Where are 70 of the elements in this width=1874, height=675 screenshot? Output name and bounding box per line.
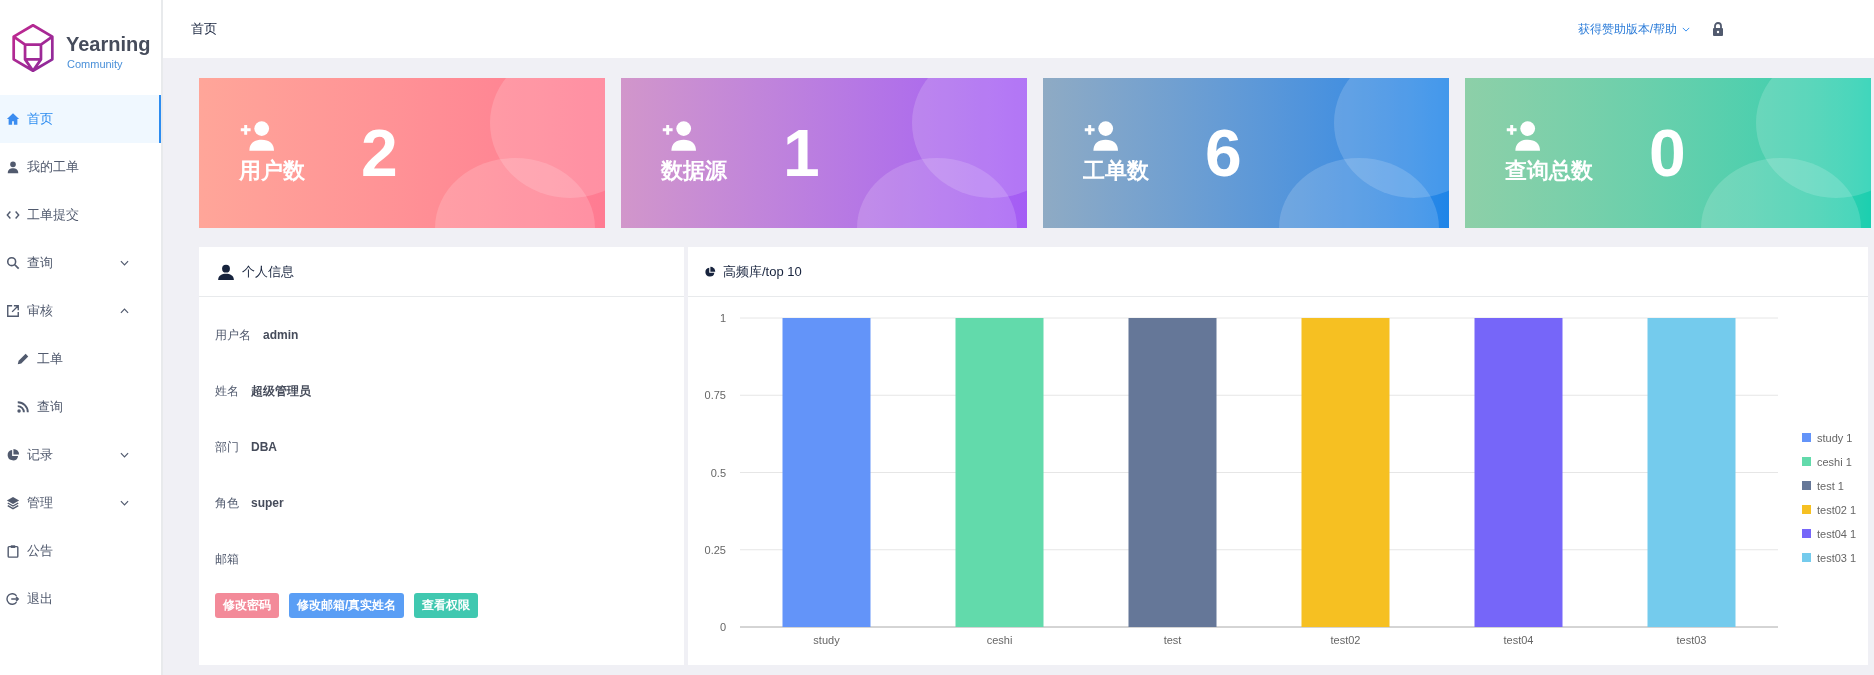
add-user-icon (661, 120, 699, 152)
chevron-down-icon (1682, 26, 1690, 32)
panel-title: 个人信息 (242, 262, 294, 281)
sidebar-item[interactable]: 工单提交 (0, 191, 161, 239)
field-label: 邮箱 (215, 550, 239, 568)
x-tick-label: test (1163, 634, 1182, 646)
legend-label: test02 1 (1817, 504, 1857, 516)
stat-value: 1 (783, 115, 820, 191)
sidebar-item[interactable]: 管理 (0, 479, 161, 527)
code-icon (6, 208, 20, 222)
legend-label: ceshi 1 (1817, 456, 1852, 468)
y-tick-label: 0.5 (710, 466, 726, 479)
y-tick-label: 0.75 (704, 389, 726, 402)
field-value: DBA (251, 440, 277, 454)
lock-icon[interactable] (1712, 21, 1724, 37)
add-user-icon (1083, 120, 1121, 152)
stat-value: 0 (1649, 115, 1686, 191)
stat-label: 工单数 (1083, 157, 1149, 185)
home-icon (6, 112, 20, 126)
sidebar-item[interactable]: 退出 (0, 575, 161, 623)
hexagon-cube-logo-icon (10, 22, 56, 73)
y-tick-label: 0 (719, 621, 726, 633)
field-label: 姓名 (215, 382, 239, 400)
user-icon (217, 262, 235, 281)
sidebar-subitem[interactable]: 工单 (0, 335, 161, 383)
pie-chart-icon (6, 448, 20, 462)
legend-label: test 1 (1817, 480, 1844, 492)
add-user-icon (239, 120, 277, 152)
field-value: super (251, 496, 284, 510)
logout-icon (6, 592, 20, 606)
sidebar-item[interactable]: 查询 (0, 239, 161, 287)
sidebar-item[interactable]: 记录 (0, 431, 161, 479)
rss-icon (16, 400, 30, 414)
field-value: 超级管理员 (251, 382, 311, 400)
legend-label: test03 1 (1817, 552, 1857, 564)
x-tick-label: test04 (1503, 634, 1534, 646)
pencil-icon (16, 352, 30, 366)
x-tick-label: test02 (1330, 634, 1361, 646)
stat-label: 数据源 (661, 157, 727, 185)
app-name: Yearning (66, 33, 151, 56)
sidebar-subitem[interactable]: 查询 (0, 383, 161, 431)
user-icon (6, 160, 20, 174)
y-tick-label: 0.25 (704, 543, 726, 556)
field-label: 用户名 (215, 326, 251, 344)
add-user-icon (1505, 120, 1543, 152)
sidebar-item[interactable]: 审核 (0, 287, 161, 335)
sidebar-item[interactable]: 我的工单 (0, 143, 161, 191)
stat-value: 2 (361, 115, 398, 191)
app-edition: Community (67, 58, 124, 70)
x-tick-label: test03 (1676, 634, 1707, 646)
breadcrumb: 首页 (191, 20, 217, 38)
layers-icon (6, 496, 20, 510)
field-label: 部门 (215, 438, 239, 456)
help-menu[interactable]: 获得赞助版本/帮助 (1577, 20, 1690, 38)
external-link-icon (6, 304, 20, 318)
stat-label: 用户数 (239, 157, 305, 185)
x-tick-label: ceshi (986, 634, 1013, 646)
sidebar-item[interactable]: 公告 (0, 527, 161, 575)
clipboard-icon (6, 544, 20, 558)
x-tick-label: study (813, 634, 840, 646)
pie-chart-icon (704, 265, 716, 278)
stat-value: 6 (1205, 115, 1242, 191)
y-tick-label: 1 (719, 312, 726, 324)
legend-label: study 1 (1817, 432, 1853, 444)
legend-label: test04 1 (1817, 528, 1857, 540)
field-value: admin (263, 328, 299, 342)
field-label: 角色 (215, 494, 239, 512)
search-icon (6, 256, 20, 270)
panel-title: 高频库/top 10 (723, 262, 802, 281)
stat-label: 查询总数 (1505, 157, 1593, 185)
